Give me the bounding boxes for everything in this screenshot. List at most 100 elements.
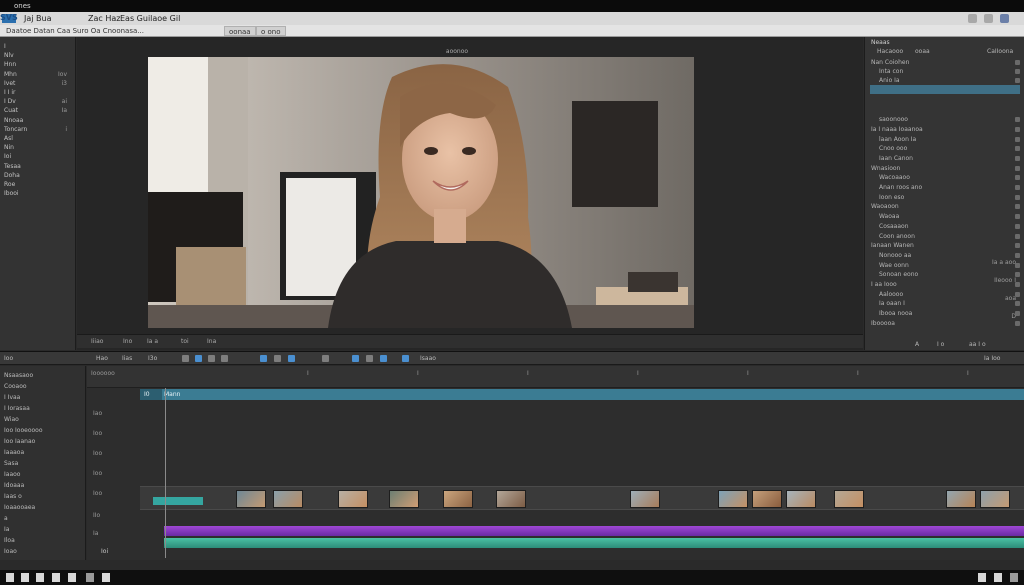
- inspector-row[interactable]: Ibooa nooa: [879, 310, 912, 317]
- stepper-icon[interactable]: [1015, 291, 1020, 297]
- audio-track-1[interactable]: [164, 526, 1024, 536]
- stepper-icon[interactable]: [1015, 194, 1020, 200]
- marker-icon[interactable]: [322, 355, 329, 362]
- stepper-icon[interactable]: [1015, 185, 1020, 190]
- trim-tool-icon[interactable]: [208, 355, 215, 362]
- speaker-icon[interactable]: [402, 355, 409, 362]
- video-track[interactable]: [140, 486, 1024, 510]
- inspector-row[interactable]: Inta con: [879, 68, 903, 75]
- video-clip[interactable]: [834, 490, 864, 508]
- video-clip[interactable]: [786, 490, 816, 508]
- menu-item-2[interactable]: Jaj Bua: [24, 14, 52, 23]
- effect-item[interactable]: a: [4, 515, 8, 522]
- effect-item[interactable]: Ioao: [4, 548, 17, 555]
- project-item-label[interactable]: Ioi: [4, 153, 11, 160]
- tray-icon[interactable]: [994, 573, 1002, 582]
- project-item-label[interactable]: Ivet: [4, 80, 15, 87]
- inspector-row[interactable]: Waoaa: [879, 213, 899, 220]
- link-icon[interactable]: [366, 355, 373, 362]
- inspector-row[interactable]: Ibooooa: [871, 320, 895, 327]
- video-clip[interactable]: [718, 490, 748, 508]
- inspector-row[interactable]: Aaloooo: [879, 291, 903, 298]
- project-item-label[interactable]: Nin: [4, 144, 14, 151]
- effect-item[interactable]: Ioaaooaea: [4, 504, 35, 511]
- inspector-row[interactable]: Ia I naaa Ioaanoa: [871, 126, 923, 133]
- preview-bar-item-5[interactable]: Ina: [207, 338, 216, 345]
- taskbar-app-icon[interactable]: [68, 573, 76, 582]
- stepper-icon[interactable]: [1015, 301, 1020, 307]
- taskbar-app-icon[interactable]: [21, 573, 29, 582]
- inspector-row[interactable]: I aa Iooo: [871, 281, 897, 288]
- menu-item-4[interactable]: Eas Guilaoe Gil: [120, 14, 180, 23]
- inspector-row[interactable]: Ioon eso: [879, 194, 904, 201]
- effect-item[interactable]: Iaaoo: [4, 471, 20, 478]
- slip-tool-icon[interactable]: [221, 355, 228, 362]
- video-clip[interactable]: [980, 490, 1010, 508]
- stepper-icon[interactable]: [1015, 204, 1020, 210]
- stepper-icon[interactable]: [1015, 233, 1020, 239]
- video-clip[interactable]: [443, 490, 473, 508]
- stepper-icon[interactable]: [1015, 69, 1020, 74]
- video-clip[interactable]: [946, 490, 976, 508]
- stepper-icon[interactable]: [1015, 78, 1020, 83]
- toolbar-button-2[interactable]: o ono: [256, 26, 286, 36]
- audio-track-2[interactable]: [164, 538, 1024, 548]
- timeline-ruler[interactable]: Ioooooo I I I I I I I: [87, 366, 1024, 388]
- restore-icon[interactable]: [984, 14, 993, 23]
- inspector-row[interactable]: Sonoan eono: [879, 271, 918, 278]
- title-clip[interactable]: I0 Mann: [140, 389, 1024, 400]
- project-item-label[interactable]: Cuat: [4, 107, 18, 114]
- menu-item-1[interactable]: SVS: [0, 13, 18, 22]
- effect-item[interactable]: Sasa: [4, 460, 18, 467]
- video-clip[interactable]: [496, 490, 526, 508]
- selected-clip[interactable]: [153, 497, 203, 505]
- inspector-row[interactable]: Anan roos ano: [879, 184, 922, 191]
- stepper-icon[interactable]: [1015, 272, 1020, 278]
- stepper-icon[interactable]: [1015, 223, 1020, 229]
- gear-icon[interactable]: [380, 355, 387, 362]
- video-clip[interactable]: [630, 490, 660, 508]
- effect-item[interactable]: Cooaoo: [4, 383, 27, 390]
- tray-icon[interactable]: [978, 573, 986, 582]
- project-item-label[interactable]: Mhn: [4, 71, 17, 78]
- stepper-icon[interactable]: [1015, 214, 1020, 220]
- effect-item[interactable]: I Ivaa: [4, 394, 20, 401]
- tray-icon[interactable]: [1010, 573, 1018, 582]
- video-clip[interactable]: [273, 490, 303, 508]
- menu-item-3[interactable]: Zac Haz: [88, 14, 120, 23]
- timeline[interactable]: Ioooooo I I I I I I I I0 Mann Iao Ioo Io…: [87, 366, 1024, 560]
- stepper-icon[interactable]: [1015, 117, 1020, 123]
- timeline-toolbar-item-2[interactable]: Iias: [122, 355, 132, 362]
- taskbar-app-icon[interactable]: [6, 573, 14, 582]
- effect-item[interactable]: Ia: [4, 526, 9, 533]
- stepper-icon[interactable]: [1015, 311, 1020, 317]
- stepper-icon[interactable]: [1015, 175, 1020, 181]
- preview-bar-item-1[interactable]: Iiiao: [91, 338, 103, 345]
- snap-icon[interactable]: [352, 355, 359, 362]
- project-item-label[interactable]: I I ir: [4, 89, 16, 96]
- stepper-icon[interactable]: [1015, 262, 1020, 268]
- inspector-row[interactable]: laan Aoon Ia: [879, 136, 916, 143]
- stepper-icon[interactable]: [1015, 136, 1020, 142]
- preview-bar-item-2[interactable]: Ino: [123, 338, 132, 345]
- stepper-icon[interactable]: [1015, 60, 1020, 65]
- effect-item[interactable]: Idoaaa: [4, 482, 24, 489]
- inspector-row[interactable]: Ia oaan I: [879, 300, 905, 307]
- playhead[interactable]: [165, 388, 166, 558]
- taskbar-app-icon[interactable]: [36, 573, 44, 582]
- close-icon[interactable]: [1000, 14, 1009, 23]
- effect-item[interactable]: Iloa: [4, 537, 15, 544]
- video-clip[interactable]: [389, 490, 419, 508]
- stepper-icon[interactable]: [1015, 320, 1020, 326]
- inspector-row[interactable]: Nan Coiohen: [871, 59, 909, 66]
- play-icon[interactable]: [260, 355, 267, 362]
- taskbar-app-icon[interactable]: [86, 573, 94, 582]
- video-preview[interactable]: [148, 57, 694, 328]
- inspector-row[interactable]: saoonooo: [879, 116, 908, 123]
- video-clip[interactable]: [338, 490, 368, 508]
- project-item-label[interactable]: Roe: [4, 181, 15, 188]
- project-item-label[interactable]: Ibooi: [4, 190, 19, 197]
- preview-bar-item-4[interactable]: toi: [181, 338, 189, 345]
- effect-item[interactable]: Ioo Iooeoooo: [4, 427, 43, 434]
- inspector-selected-row[interactable]: [870, 85, 1020, 94]
